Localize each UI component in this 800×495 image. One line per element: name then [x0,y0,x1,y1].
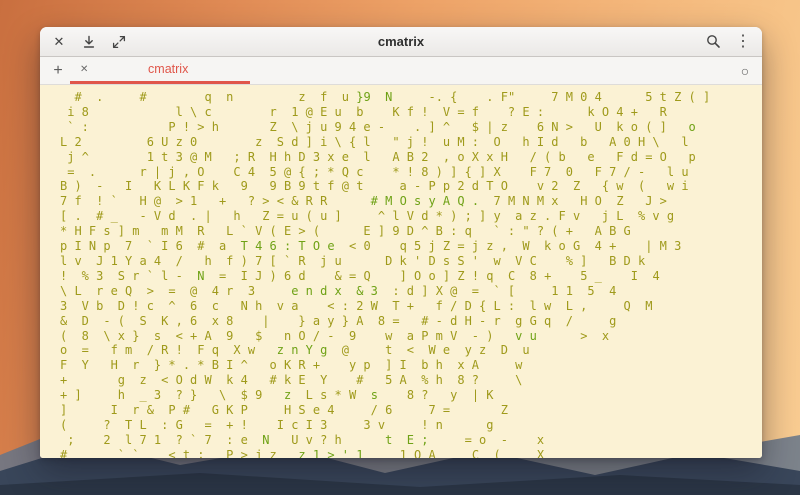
tab-cmatrix[interactable]: ✕ cmatrix [70,57,250,84]
terminal-row: * H F s ] m m M R L ` V ( E > ( E ] 9 D … [60,224,631,239]
terminal-row: + g z < O d W k 4 # k E Y # 5 A % h 8 ? … [60,373,523,388]
terminal-row: l v J 1 Y a 4 / h f ) 7 [ ` R j u D k ' … [60,253,646,268]
tab-overview-icon[interactable]: ○ [736,62,754,80]
headerbar-right-controls: ⋮ [704,33,752,51]
search-icon[interactable] [704,33,722,51]
terminal-row: ; 2 l 7 1 ? ` 7 : e N U v ? h t E ; = o … [60,432,545,447]
terminal-row: F Y H r } * . * B I ^ o K R + y p ] I b … [60,358,523,373]
terminal-row: # ` ` < t ; P > j z z 1 > ' 1 1 O A C ( … [60,447,545,458]
terminal-row: \ L r e Q > = @ 4 r 3 e n d x & 3 : d ] … [60,283,617,298]
download-icon[interactable] [80,33,98,51]
desktop-background: ✕ cmatrix ⋮ + ✕ cmatrix ○ # . # q n z f … [0,0,800,495]
terminal-row: 3 V b D ! c ^ 6 c N h v a < : 2 W T + f … [60,298,653,313]
terminal-row: B ) - I K L K F k 9 9 B 9 t f @ t a - P … [60,179,689,194]
terminal-row: i 8 l \ c r 1 @ E u b K f ! V = f ? E : … [60,104,667,119]
terminal-row: o = f m / R ! F q X w z n Y g @ t < W e … [60,343,530,358]
terminal-row: [ . # _ - V d . | h Z = u ( u ] ^ l V d … [60,209,675,224]
terminal-row: p I N p 7 ` I 6 # a T 4 6 : T O e < 0 q … [60,239,682,254]
terminal-row: & D - ( S K , 6 x 8 | } a y } A 8 = # - … [60,313,617,328]
window-close-button[interactable]: ✕ [50,33,68,51]
terminal-row: ( ? T L : G = + ! I c I 3 3 v ! n g [60,417,494,432]
terminal-row: L 2 6 U z 0 z S d ] i \ { l " j ! u M : … [60,134,689,149]
terminal-window: ✕ cmatrix ⋮ + ✕ cmatrix ○ # . # q n z f … [40,27,762,458]
terminal-row: ( 8 \ x } s < + A 9 $ n O / - 9 w a P m … [60,328,610,343]
window-title: cmatrix [377,34,425,49]
terminal-row: # . # q n z f u }9 N -. { . F" 7 M 0 4 5… [60,90,711,104]
headerbar: ✕ cmatrix ⋮ [40,27,762,57]
terminal-row: ` : P ! > h Z \ j u 9 4 e - . ] ^ $ | z … [60,119,696,134]
headerbar-left-controls: ✕ [50,33,128,51]
terminal-row: ] I r & P # G K P H S e 4 / 6 7 = Z [60,403,508,418]
tab-bar: + ✕ cmatrix ○ [40,57,762,85]
tab-close-icon[interactable]: ✕ [80,64,88,75]
tab-label: cmatrix [148,62,189,76]
terminal-row: 7 f ! ` H @ > 1 + ? > < & R R # M O s y … [60,194,667,209]
terminal-output[interactable]: # . # q n z f u }9 N -. { . F" 7 M 0 4 5… [40,85,762,458]
new-tab-button[interactable]: + [46,57,70,84]
terminal-row: + ] h _ 3 ? } \ $ 9 z L s * W s 8 ? y | … [60,388,494,403]
terminal-row: ! % 3 S r ` l - N = I J ) 6 d & = Q ] O … [60,268,660,283]
menu-icon[interactable]: ⋮ [734,33,752,51]
tabbar-spacer [250,57,736,84]
maximize-icon[interactable] [110,33,128,51]
terminal-row: = . r | j , O C 4 5 @ { ; * Q c * ! 8 ) … [60,164,689,179]
terminal-row: j ^ 1 t 3 @ M ; R H h D 3 x e l A B 2 , … [60,149,696,164]
